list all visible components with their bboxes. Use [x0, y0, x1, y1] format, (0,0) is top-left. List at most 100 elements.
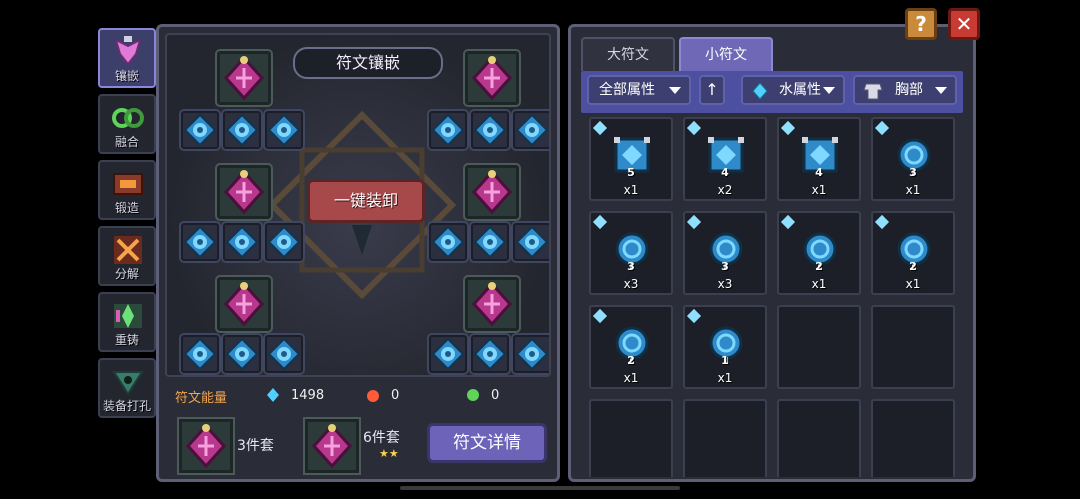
inventory-slot[interactable]: 5 x1 [589, 117, 673, 201]
unload-all-button[interactable]: 一键装卸 [307, 179, 425, 223]
inlay-gem-icon [114, 36, 142, 66]
inventory-slot[interactable] [683, 399, 767, 477]
decompose-icon [114, 236, 142, 264]
tab-big-rune[interactable]: 大符文 [581, 37, 675, 71]
water-gem-icon [752, 82, 768, 100]
big-rune-slot[interactable] [463, 49, 521, 107]
blue-small-rune-icon [473, 337, 507, 371]
inventory-slot[interactable]: 3 x3 [683, 211, 767, 295]
side-tab-label: 分解 [114, 267, 139, 281]
chest-armor-icon [863, 83, 883, 100]
small-rune-slot[interactable] [221, 333, 263, 375]
big-rune-slot[interactable] [215, 163, 273, 221]
side-tab-bar: 镶嵌 融合 锻造 分解 重铸 装备打孔 [98, 28, 156, 424]
inlay-panel: 符文镶嵌 一键装卸 符文能量 1498 0 0 3件套 6件套 ★★ 符文详情 [156, 24, 560, 482]
water-attr-gem-icon [874, 120, 890, 136]
small-rune-slot[interactable] [469, 221, 511, 263]
help-button[interactable]: ? [905, 8, 937, 40]
fire-energy: 0 [365, 387, 399, 403]
side-tab-decompose[interactable]: 分解 [98, 226, 156, 286]
big-rune-slot[interactable] [463, 163, 521, 221]
rune-energy-bar: 符文能量 1498 0 0 [165, 381, 551, 411]
blue-small-rune-icon [225, 225, 259, 259]
water-attr-gem-icon [686, 120, 702, 136]
inventory-slot[interactable] [871, 399, 955, 477]
side-tab-fusion[interactable]: 融合 [98, 94, 156, 154]
sort-button[interactable]: ↑ [699, 75, 725, 105]
inventory-slot[interactable] [589, 399, 673, 477]
set-3-label: 3件套 [237, 438, 274, 454]
inventory-slot[interactable] [871, 305, 955, 389]
small-rune-slot[interactable] [469, 333, 511, 375]
set-rune-icon [311, 423, 353, 469]
rune-count: x1 [623, 371, 639, 385]
small-rune-slot[interactable] [221, 221, 263, 263]
small-rune-slot[interactable] [511, 109, 549, 151]
side-tab-recast[interactable]: 重铸 [98, 292, 156, 352]
water-attr-gem-icon [592, 308, 608, 324]
inventory-slot[interactable] [777, 305, 861, 389]
chevron-down-icon [823, 87, 835, 94]
blue-small-rune-icon [473, 113, 507, 147]
close-button[interactable]: ✕ [948, 8, 980, 40]
side-tab-punch[interactable]: 装备打孔 [98, 358, 156, 418]
inventory-slot[interactable]: 3 x3 [589, 211, 673, 295]
side-tab-forge[interactable]: 锻造 [98, 160, 156, 220]
inventory-slot[interactable]: 1 x1 [683, 305, 767, 389]
water-energy-icon [267, 388, 279, 402]
inventory-slot[interactable]: 4 x1 [777, 117, 861, 201]
rune-count: x1 [811, 277, 827, 291]
water-attr-gem-icon [874, 214, 890, 230]
small-rune-slot[interactable] [179, 109, 221, 151]
small-rune-slot[interactable] [511, 333, 549, 375]
blue-small-rune-icon [225, 337, 259, 371]
small-rune-slot[interactable] [179, 333, 221, 375]
rune-level: 3 [909, 166, 917, 179]
chevron-down-icon [935, 87, 947, 94]
pink-big-rune-icon [471, 169, 513, 215]
side-tab-inlay[interactable]: 镶嵌 [98, 28, 156, 88]
small-rune-slot[interactable] [511, 221, 549, 263]
big-rune-slot[interactable] [215, 275, 273, 333]
water-attr-gem-icon [592, 120, 608, 136]
tab-small-rune[interactable]: 小符文 [679, 37, 773, 71]
small-rune-slot[interactable] [427, 221, 469, 263]
rune-count: x1 [623, 183, 639, 197]
side-tab-label: 装备打孔 [102, 399, 151, 413]
forge-anvil-icon [113, 173, 143, 195]
inventory-slot[interactable]: 3 x1 [871, 117, 955, 201]
rune-level: 3 [627, 260, 635, 273]
inventory-slot[interactable] [777, 399, 861, 477]
blue-small-rune-icon [267, 225, 301, 259]
rune-detail-button[interactable]: 符文详情 [427, 423, 547, 463]
small-rune-slot[interactable] [263, 109, 305, 151]
inventory-grid: 5 x1 4 x2 4 x1 3 x1 3 x3 3 x3 2 x1 2 x1 2 x1 1 x1 [589, 117, 961, 477]
set-3-icon[interactable] [177, 417, 235, 475]
slot-dropdown[interactable]: 胸部 [853, 75, 957, 105]
small-rune-slot[interactable] [263, 333, 305, 375]
small-rune-slot[interactable] [427, 333, 469, 375]
pink-big-rune-icon [471, 55, 513, 101]
blue-small-rune-icon [431, 337, 465, 371]
blue-small-rune-icon [515, 225, 549, 259]
small-rune-slot[interactable] [263, 221, 305, 263]
small-rune-slot[interactable] [221, 109, 263, 151]
inventory-slot[interactable]: 2 x1 [589, 305, 673, 389]
small-rune-slot[interactable] [427, 109, 469, 151]
all-attr-dropdown[interactable]: 全部属性 [587, 75, 691, 105]
rune-count: x3 [717, 277, 733, 291]
blue-small-rune-icon [183, 225, 217, 259]
rune-count: x1 [717, 371, 733, 385]
blue-small-rune-icon [183, 337, 217, 371]
big-rune-slot[interactable] [215, 49, 273, 107]
big-rune-slot[interactable] [463, 275, 521, 333]
inventory-slot[interactable]: 4 x2 [683, 117, 767, 201]
inventory-slot[interactable]: 2 x1 [777, 211, 861, 295]
set-6-icon[interactable] [303, 417, 361, 475]
inlay-title: 符文镶嵌 [293, 47, 443, 79]
small-rune-slot[interactable] [469, 109, 511, 151]
inventory-slot[interactable]: 2 x1 [871, 211, 955, 295]
small-rune-slot[interactable] [179, 221, 221, 263]
water-attr-dropdown[interactable]: 水属性 [741, 75, 845, 105]
pink-big-rune-icon [223, 281, 265, 327]
